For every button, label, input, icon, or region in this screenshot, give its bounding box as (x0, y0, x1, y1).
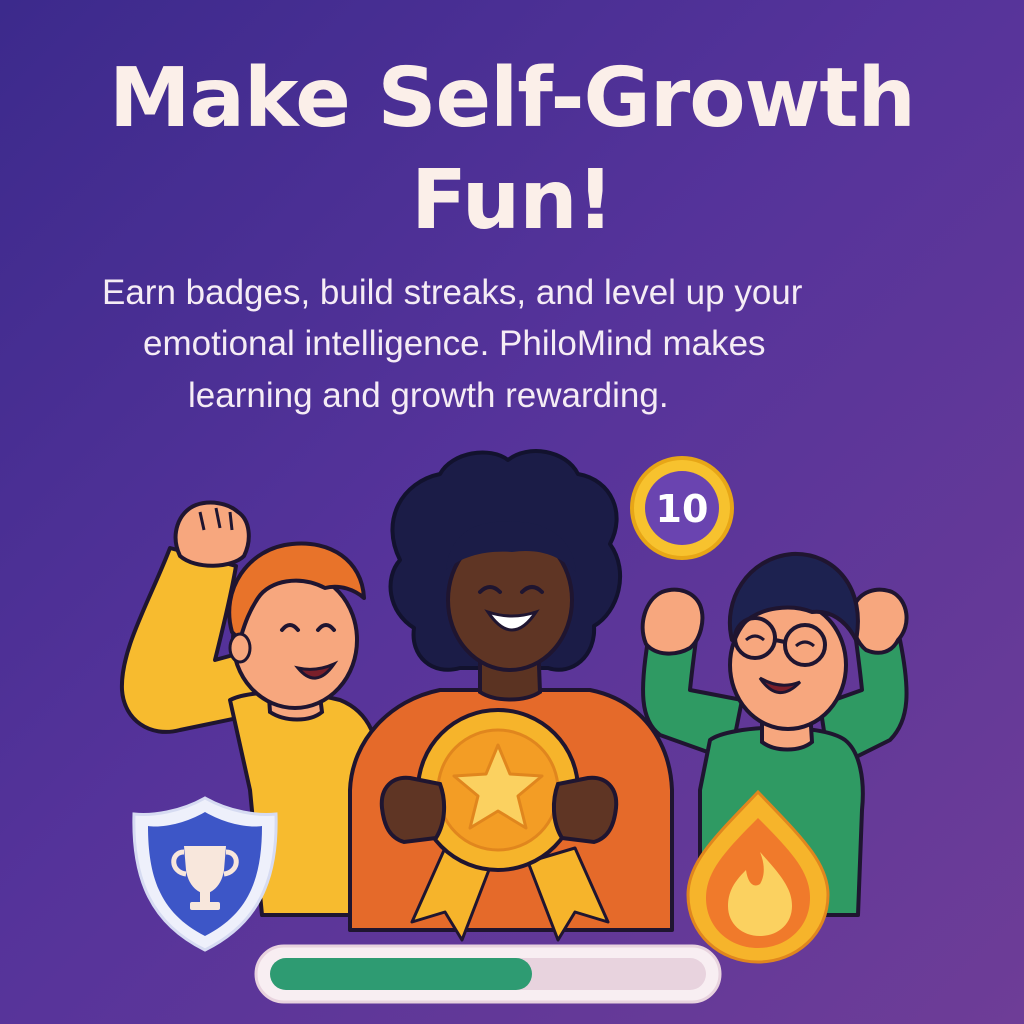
center-person-illustration (348, 449, 674, 942)
level-badge-value: 10 (656, 487, 709, 531)
celebration-illustration: 10 (119, 449, 909, 1004)
xp-progress-bar (254, 944, 722, 1004)
onboarding-screen: Make Self-Growth Fun! Earn badges, build… (0, 0, 1024, 1024)
progress-fill (270, 958, 532, 990)
level-coin-icon: 10 (630, 456, 734, 560)
trophy-icon (132, 796, 278, 952)
